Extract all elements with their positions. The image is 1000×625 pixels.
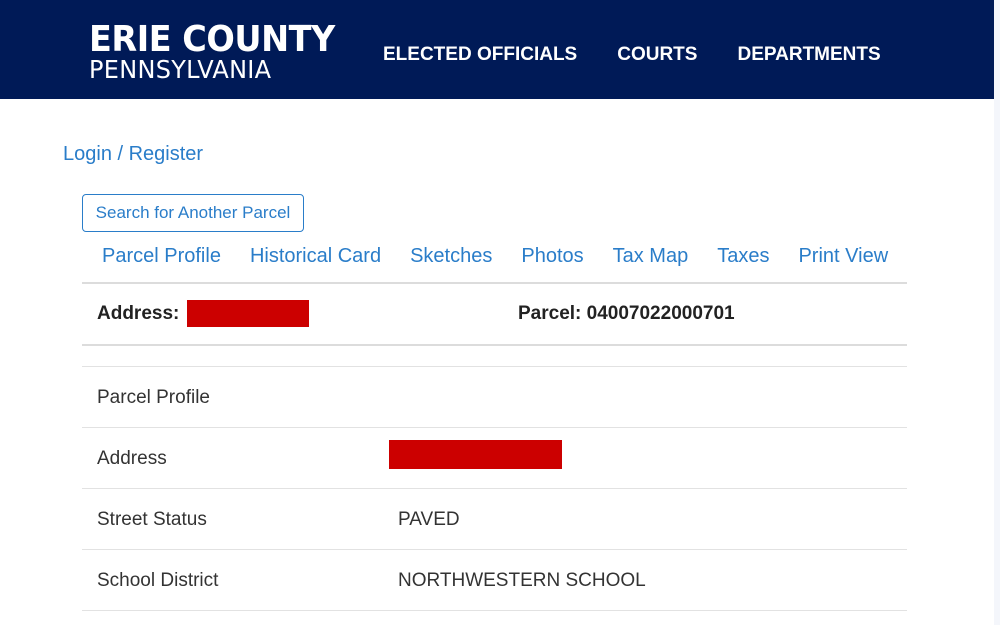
row-divider — [82, 610, 907, 611]
tab-sketches[interactable]: Sketches — [410, 245, 492, 268]
row-label-street-status: Street Status — [97, 509, 207, 530]
summary-address-label: Address: — [97, 303, 180, 324]
nav-departments[interactable]: DEPARTMENTS — [737, 44, 880, 66]
divider — [82, 282, 907, 284]
login-register-link[interactable]: Login / Register — [63, 143, 203, 166]
parcel-tabs: Parcel Profile Historical Card Sketches … — [102, 245, 888, 268]
row-divider — [82, 427, 907, 428]
logo-title: ERIE COUNTY — [89, 19, 335, 60]
nav-elected-officials[interactable]: ELECTED OFFICIALS — [383, 44, 577, 66]
row-value-address-redacted — [389, 440, 562, 469]
row-divider — [82, 488, 907, 489]
site-header: ERIE COUNTY PENNSYLVANIA ELECTED OFFICIA… — [0, 0, 994, 99]
row-label-school-district: School District — [97, 570, 219, 591]
row-divider — [82, 549, 907, 550]
divider — [82, 344, 907, 346]
profile-section-title: Parcel Profile — [97, 387, 210, 408]
tab-photos[interactable]: Photos — [521, 245, 583, 268]
summary-address-redacted — [187, 300, 309, 327]
tab-tax-map[interactable]: Tax Map — [613, 245, 689, 268]
row-value-street-status: PAVED — [398, 509, 460, 530]
tab-taxes[interactable]: Taxes — [717, 245, 769, 268]
summary-parcel-number: Parcel: 04007022000701 — [518, 303, 735, 324]
tab-print-view[interactable]: Print View — [798, 245, 888, 268]
county-logo[interactable]: ERIE COUNTY PENNSYLVANIA — [89, 19, 353, 84]
logo-subtitle: PENNSYLVANIA — [89, 55, 272, 84]
page: ERIE COUNTY PENNSYLVANIA ELECTED OFFICIA… — [0, 0, 994, 625]
divider — [82, 366, 907, 367]
row-value-school-district: NORTHWESTERN SCHOOL — [398, 570, 646, 591]
row-label-address: Address — [97, 448, 167, 469]
page-scroll-gutter — [994, 0, 1000, 625]
nav-courts[interactable]: COURTS — [617, 44, 697, 66]
tab-parcel-profile[interactable]: Parcel Profile — [102, 245, 221, 268]
main-nav: ELECTED OFFICIALS COURTS DEPARTMENTS — [383, 44, 881, 66]
tab-historical-card[interactable]: Historical Card — [250, 245, 381, 268]
search-another-parcel-button[interactable]: Search for Another Parcel — [82, 194, 304, 232]
